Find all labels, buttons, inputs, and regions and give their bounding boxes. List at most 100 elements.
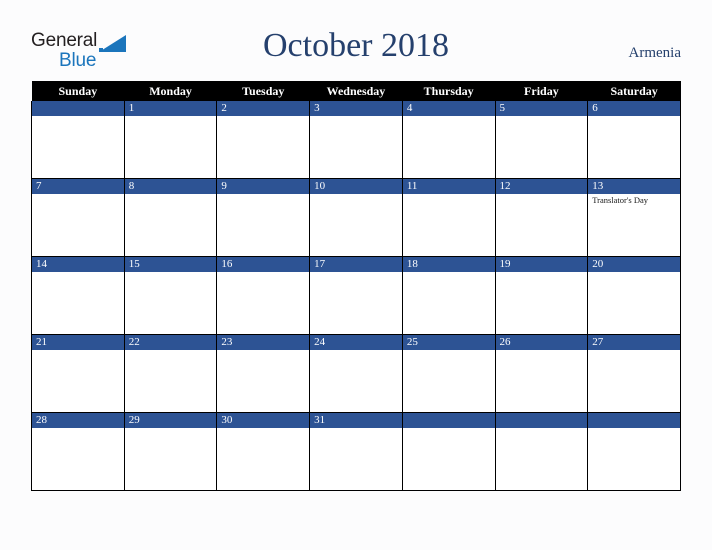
day-events [32, 350, 124, 351]
day-number: 22 [124, 335, 217, 350]
day-events [125, 428, 217, 429]
day-cell-7[interactable]: 7 [31, 178, 125, 257]
day-events [496, 194, 588, 195]
day-cell-10[interactable]: 10 [309, 178, 403, 257]
day-cell-2[interactable]: 2 [216, 101, 311, 179]
day-number: 1 [124, 101, 217, 116]
calendar-body: 1 2 3 4 5 6 7 8 9 10 11 12 13 Translator's Day 14 15 16 1… [31, 101, 681, 491]
day-events [125, 350, 217, 351]
day-number: 9 [217, 179, 310, 194]
day-cell-12[interactable]: 12 [494, 178, 589, 257]
day-cell-11[interactable]: 11 [401, 178, 496, 257]
day-number: 30 [217, 413, 310, 428]
day-cell-4[interactable]: 4 [401, 101, 496, 179]
day-cell-21[interactable]: 21 [31, 334, 125, 413]
page-header: General Blue October 2018 Armenia [0, 0, 712, 81]
day-cell-9[interactable]: 9 [216, 178, 311, 257]
day-cell-empty[interactable] [401, 412, 496, 491]
day-cell-13[interactable]: 13 Translator's Day [587, 178, 681, 257]
day-cell-20[interactable]: 20 [587, 256, 681, 335]
day-cell-23[interactable]: 23 [216, 334, 311, 413]
day-events [310, 428, 402, 429]
day-cell-29[interactable]: 29 [123, 412, 218, 491]
day-events [403, 350, 495, 351]
day-cell-18[interactable]: 18 [401, 256, 496, 335]
day-number: 25 [402, 335, 495, 350]
day-number: 26 [495, 335, 588, 350]
calendar-grid: Sunday Monday Tuesday Wednesday Thursday Frid… [31, 81, 681, 491]
day-events [125, 272, 217, 273]
day-events [310, 116, 402, 117]
page-title: October 2018 [262, 27, 449, 64]
week-row: 21 22 23 24 25 26 27 [31, 334, 681, 413]
day-events [217, 194, 309, 195]
day-events [217, 116, 309, 117]
day-events [403, 272, 495, 273]
day-cell-6[interactable]: 6 [587, 101, 681, 179]
day-cell-14[interactable]: 14 [31, 256, 125, 335]
weekday-header-monday: Monday [124, 81, 217, 101]
day-number: 21 [32, 335, 124, 350]
day-number: 5 [495, 101, 588, 116]
day-events [125, 194, 217, 195]
day-number: 31 [310, 413, 402, 428]
day-number: 19 [495, 257, 588, 272]
day-cell-17[interactable]: 17 [309, 256, 403, 335]
day-number: 4 [402, 101, 495, 116]
day-cell-24[interactable]: 24 [309, 334, 403, 413]
day-cell-31[interactable]: 31 [309, 412, 403, 491]
weekday-header-friday: Friday [495, 81, 588, 101]
day-cell-26[interactable]: 26 [494, 334, 589, 413]
day-cell-empty[interactable] [587, 412, 681, 491]
day-cell-30[interactable]: 30 [216, 412, 311, 491]
day-number [495, 413, 588, 428]
day-events [310, 194, 402, 195]
day-cell-16[interactable]: 16 [216, 256, 311, 335]
calendar-page: General Blue October 2018 Armenia Sunday… [0, 0, 712, 550]
day-cell-empty[interactable] [494, 412, 589, 491]
week-row: 7 8 9 10 11 12 13 Translator's Day [31, 178, 681, 257]
day-events [496, 116, 588, 117]
day-events [32, 194, 124, 195]
day-number: 6 [588, 101, 680, 116]
day-number: 27 [588, 335, 680, 350]
day-number: 23 [217, 335, 310, 350]
day-events [125, 116, 217, 117]
day-events [32, 116, 124, 117]
day-cell-15[interactable]: 15 [123, 256, 218, 335]
day-number: 18 [402, 257, 495, 272]
week-row: 14 15 16 17 18 19 20 [31, 256, 681, 335]
day-number: 7 [32, 179, 124, 194]
day-events [403, 194, 495, 195]
day-number: 20 [588, 257, 680, 272]
day-events [496, 428, 588, 429]
day-cell-empty[interactable] [31, 101, 125, 179]
day-number: 8 [124, 179, 217, 194]
day-number [588, 413, 680, 428]
day-cell-5[interactable]: 5 [494, 101, 589, 179]
day-cell-22[interactable]: 22 [123, 334, 218, 413]
day-number: 15 [124, 257, 217, 272]
day-events [310, 350, 402, 351]
day-number: 11 [402, 179, 495, 194]
day-cell-1[interactable]: 1 [123, 101, 218, 179]
day-cell-27[interactable]: 27 [587, 334, 681, 413]
day-events [403, 428, 495, 429]
day-number: 28 [32, 413, 124, 428]
day-cell-8[interactable]: 8 [123, 178, 218, 257]
day-cell-25[interactable]: 25 [401, 334, 496, 413]
day-number: 14 [32, 257, 124, 272]
day-cell-3[interactable]: 3 [309, 101, 403, 179]
day-number [402, 413, 495, 428]
day-events [310, 272, 402, 273]
day-cell-19[interactable]: 19 [494, 256, 589, 335]
day-events [496, 350, 588, 351]
weekday-header-wednesday: Wednesday [309, 81, 403, 101]
day-number: 17 [310, 257, 402, 272]
day-events [217, 350, 309, 351]
day-events [217, 272, 309, 273]
day-events [588, 350, 680, 351]
day-events: Translator's Day [588, 194, 680, 206]
day-cell-28[interactable]: 28 [31, 412, 125, 491]
day-number: 2 [217, 101, 310, 116]
